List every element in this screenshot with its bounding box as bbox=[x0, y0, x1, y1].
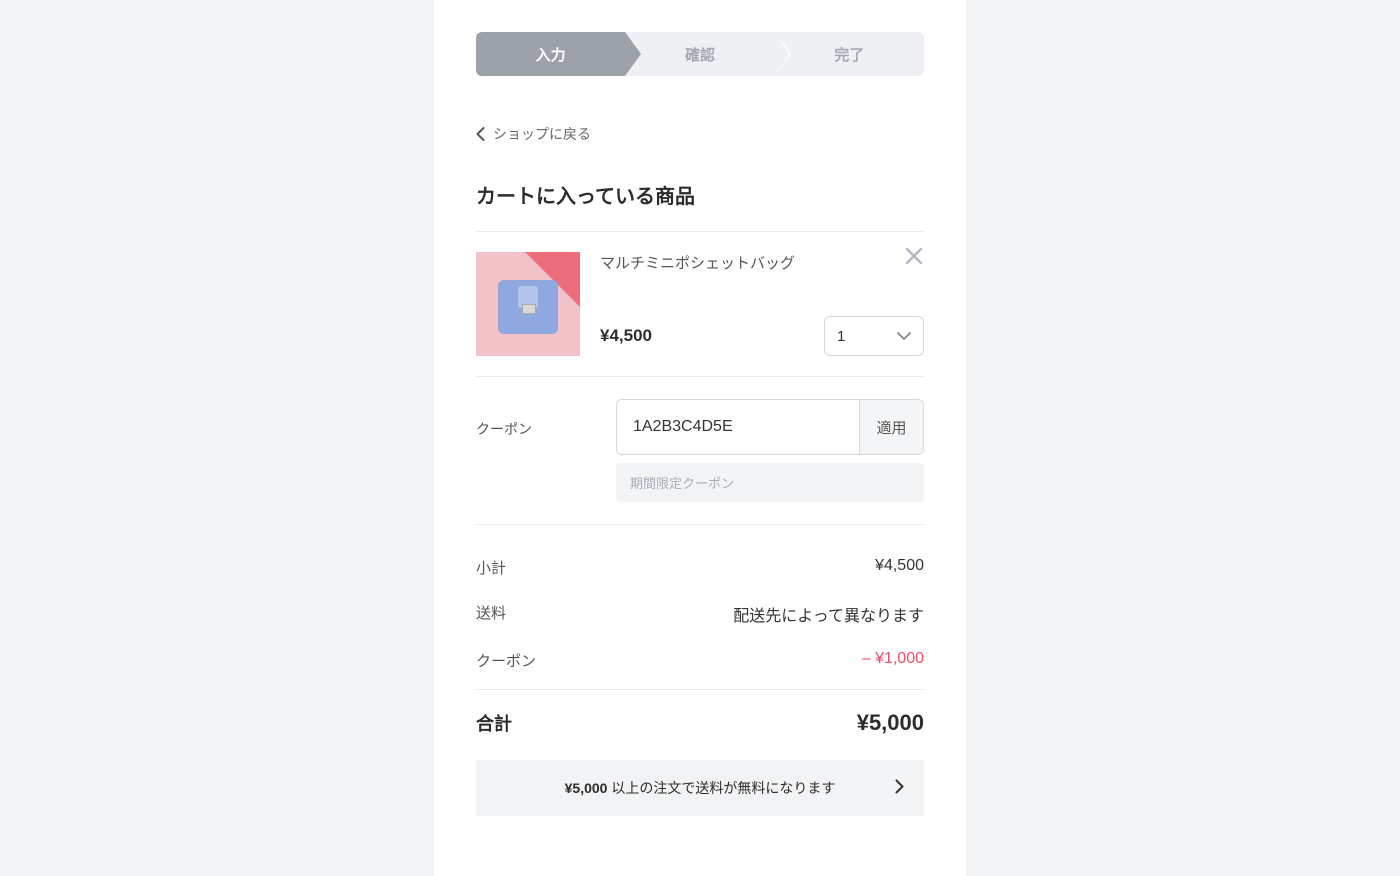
progress-step-input: 入力 bbox=[476, 32, 625, 76]
summary-subtotal-row: 小計 ¥4,500 bbox=[476, 545, 924, 590]
product-details: マルチミニポシェットバッグ ¥4,500 1 bbox=[580, 252, 924, 356]
total-row: 合計 ¥5,000 bbox=[476, 690, 924, 760]
summary-label: クーポン bbox=[476, 650, 536, 671]
coupon-apply-button[interactable]: 適用 bbox=[859, 400, 923, 454]
progress-step-label: 入力 bbox=[536, 44, 566, 65]
back-to-shop-label: ショップに戻る bbox=[493, 124, 591, 144]
summary-shipping-row: 送料 配送先によって異なります bbox=[476, 590, 924, 638]
coupon-note: 期間限定クーポン bbox=[616, 463, 924, 502]
summary-value: – ¥1,000 bbox=[862, 650, 924, 671]
close-icon bbox=[904, 246, 924, 266]
total-label: 合計 bbox=[476, 710, 512, 736]
quantity-select[interactable]: 1 bbox=[824, 316, 924, 356]
progress-bar: 入力 確認 完了 bbox=[476, 32, 924, 76]
quantity-value: 1 bbox=[837, 328, 845, 345]
summary-label: 送料 bbox=[476, 602, 506, 626]
chevron-left-icon bbox=[476, 127, 485, 141]
free-shipping-text: 以上の注文で送料が無料になります bbox=[607, 780, 835, 796]
progress-step-complete: 完了 bbox=[775, 32, 924, 76]
progress-step-label: 確認 bbox=[685, 44, 715, 65]
free-shipping-banner[interactable]: ¥5,000 以上の注文で送料が無料になります bbox=[476, 760, 924, 816]
back-to-shop-link[interactable]: ショップに戻る bbox=[476, 124, 924, 144]
summary-value: 配送先によって異なります bbox=[733, 602, 924, 626]
product-image bbox=[476, 252, 580, 356]
coupon-section: クーポン 適用 期間限定クーポン bbox=[476, 377, 924, 524]
coupon-section-label: クーポン bbox=[476, 399, 616, 439]
summary-section: 小計 ¥4,500 送料 配送先によって異なります クーポン – ¥1,000 bbox=[476, 525, 924, 689]
free-shipping-threshold: ¥5,000 bbox=[565, 780, 608, 796]
product-name: マルチミニポシェットバッグ bbox=[600, 252, 924, 273]
product-price: ¥4,500 bbox=[600, 326, 652, 346]
chevron-down-icon bbox=[897, 332, 911, 340]
cart-item: マルチミニポシェットバッグ ¥4,500 1 bbox=[476, 232, 924, 376]
checkout-container: 入力 確認 完了 ショップに戻る カートに入っている商品 マルチミニポシェットバ… bbox=[434, 0, 966, 876]
page-title: カートに入っている商品 bbox=[476, 180, 924, 209]
total-value: ¥5,000 bbox=[857, 710, 924, 736]
summary-coupon-row: クーポン – ¥1,000 bbox=[476, 638, 924, 683]
chevron-right-icon bbox=[895, 780, 904, 797]
coupon-code-input[interactable] bbox=[617, 400, 859, 454]
progress-step-label: 完了 bbox=[834, 44, 864, 65]
summary-value: ¥4,500 bbox=[875, 557, 924, 578]
progress-step-confirm: 確認 bbox=[625, 32, 774, 76]
coupon-input-row: 適用 bbox=[616, 399, 924, 455]
remove-item-button[interactable] bbox=[904, 246, 924, 271]
summary-label: 小計 bbox=[476, 557, 506, 578]
